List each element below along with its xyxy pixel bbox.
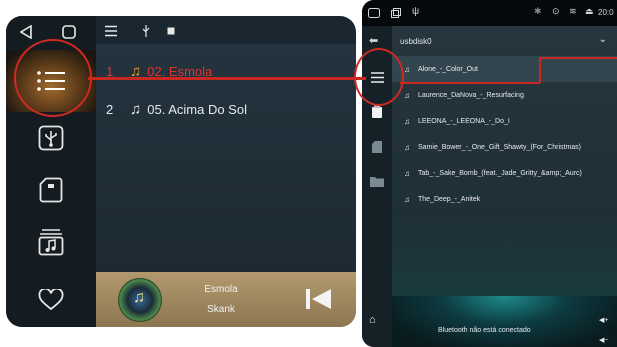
previous-track-icon[interactable] <box>306 288 332 310</box>
folder-icon[interactable] <box>370 176 384 187</box>
list-item[interactable]: ♫ Samie_Bower_-_One_Gift_Shawty_(For_Chr… <box>392 134 617 160</box>
bluetooth-status: Bluetooth não está conectado <box>438 327 531 334</box>
sidebar-item-sd[interactable] <box>6 164 96 216</box>
song-number: 2 <box>106 101 114 117</box>
song-title: The_Deep_-_Anitek <box>418 195 481 203</box>
sd-card-icon <box>39 177 63 203</box>
list-item[interactable]: ♫ LEEONA_-_LEEONA_-_Do_I <box>392 108 617 134</box>
music-note-icon: ♫ <box>404 194 410 204</box>
volume-down-button[interactable]: ◀− <box>599 336 608 344</box>
annotation-line-right-top <box>539 57 617 59</box>
bluetooth-icon: ✱ <box>534 6 542 16</box>
song-row-1[interactable]: 1 ♫ 02. Esmola <box>96 52 356 90</box>
status-bar: ψ ✱ ⊙ ≋ ⏏ 20:0 <box>362 0 617 26</box>
usb-song-list: usbdisk0 ⌄ ♫ Alone_-_Color_Out ♫ Laurenc… <box>392 26 617 296</box>
album-art[interactable]: ♫ <box>118 278 162 322</box>
eject-icon: ⏏ <box>585 6 594 16</box>
home-icon[interactable] <box>62 25 76 39</box>
volume-up-button[interactable]: ◀+ <box>599 316 608 324</box>
folder-music-icon <box>38 229 64 256</box>
annotation-line-left <box>88 77 366 80</box>
bottom-bar: Bluetooth não está conectado ◀+ ◀− <box>392 296 617 347</box>
clock: 20:0 <box>598 8 614 17</box>
sidebar-item-favorites[interactable] <box>6 274 96 326</box>
mini-player: ♫ Esmola Skank <box>96 272 356 327</box>
copy-icon <box>391 8 401 18</box>
song-title: Tab_-_Sake_Bomb_(feat._Jade_Gritty_&amp;… <box>418 169 582 177</box>
song-title: Laurence_DaNova_-_Resurfacing <box>418 91 524 99</box>
usb-status-icon: ψ <box>412 6 420 17</box>
song-title: LEEONA_-_LEEONA_-_Do_I <box>418 117 510 125</box>
list-item[interactable]: ♫ Alone_-_Color_Out <box>392 56 617 82</box>
song-row-2[interactable]: 2 ♫ 05. Acima Do Sol <box>96 90 356 128</box>
usb-drive-icon[interactable] <box>372 104 382 118</box>
song-title: 05. Acima Do Sol <box>147 101 247 117</box>
sd-status-icon <box>167 27 175 35</box>
list-item[interactable]: ♫ The_Deep_-_Anitek <box>392 186 617 212</box>
sd-card-icon[interactable] <box>372 141 382 153</box>
song-title: Alone_-_Color_Out <box>418 65 478 73</box>
music-note-icon: ♫ <box>404 64 410 74</box>
folder-header: usbdisk0 ⌄ <box>392 26 617 56</box>
right-screen: ψ ✱ ⊙ ≋ ⏏ 20:0 ⬅ ⌂ usbdisk0 ⌄ ♫ Alone_-_… <box>362 0 617 347</box>
sidebar-item-usb[interactable] <box>6 112 96 164</box>
usb-status-icon <box>142 25 150 37</box>
location-icon: ⊙ <box>552 6 560 16</box>
music-note-icon: ♫ <box>404 142 410 152</box>
chevron-down-icon[interactable]: ⌄ <box>599 34 607 45</box>
music-note-icon: ♫ <box>404 90 410 100</box>
annotation-circle-left <box>14 39 92 117</box>
annotation-line-right-h <box>400 82 540 84</box>
player-artist: Skank <box>207 304 235 315</box>
back-icon[interactable] <box>20 25 32 39</box>
annotation-line-right-v <box>539 58 541 83</box>
list-item[interactable]: ♫ Tab_-_Sake_Bomb_(feat._Jade_Gritty_&am… <box>392 160 617 186</box>
folder-name: usbdisk0 <box>400 36 432 46</box>
menu-icon[interactable] <box>104 25 118 37</box>
music-note-icon: ♫ <box>130 100 142 118</box>
home-icon[interactable]: ⌂ <box>369 314 376 326</box>
list-item[interactable]: ♫ Laurence_DaNova_-_Resurfacing <box>392 82 617 108</box>
back-arrow-icon[interactable]: ⬅ <box>369 34 378 47</box>
music-note-icon: ♫ <box>133 289 145 306</box>
gallery-icon <box>368 8 380 18</box>
wifi-icon: ≋ <box>569 6 577 16</box>
annotation-circle-right <box>354 48 404 106</box>
music-note-icon: ♫ <box>404 168 410 178</box>
player-track-title: Esmola <box>204 284 238 295</box>
usb-icon <box>38 125 64 151</box>
heart-icon <box>38 289 64 311</box>
song-title: Samie_Bower_-_One_Gift_Shawty_(For_Chris… <box>418 143 582 151</box>
music-note-icon: ♫ <box>404 116 410 126</box>
sidebar-item-folder-music[interactable] <box>6 216 96 268</box>
